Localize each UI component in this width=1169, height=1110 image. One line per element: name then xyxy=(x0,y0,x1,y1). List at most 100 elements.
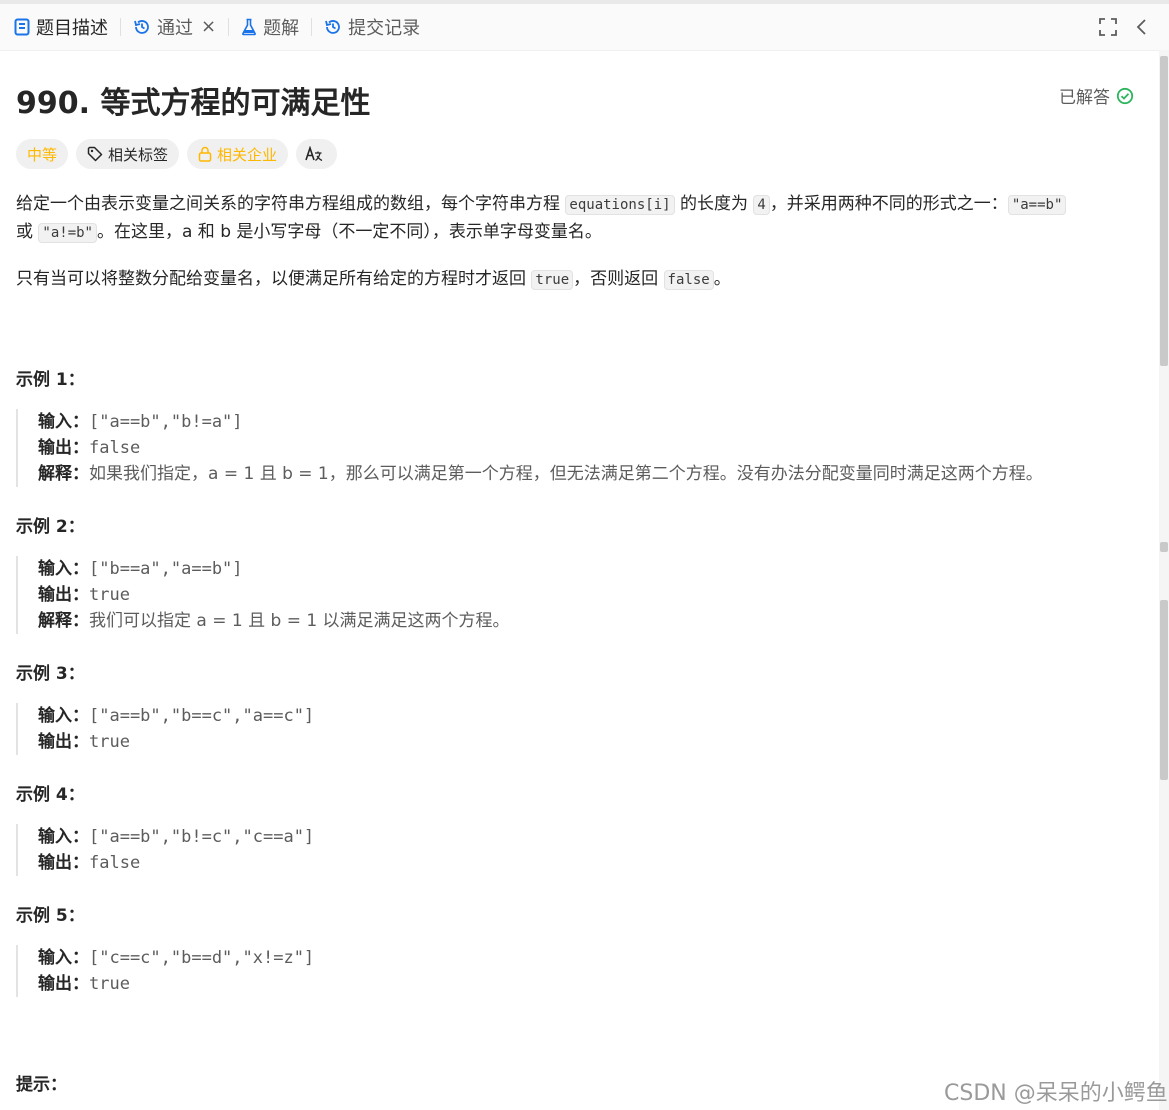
fullscreen-icon xyxy=(1099,18,1117,36)
description-icon xyxy=(14,18,30,36)
description-text: ，否则返回 xyxy=(573,269,664,289)
description-text: 。 xyxy=(713,269,731,289)
close-icon[interactable]: × xyxy=(201,18,216,36)
tab-description[interactable]: 题目描述 xyxy=(0,4,116,50)
example-output: false xyxy=(89,438,141,458)
description-text: ，并采用两种不同的形式之一： xyxy=(769,194,1008,214)
example-1-title: 示例 1： xyxy=(16,370,85,390)
tab-solutions-label: 题解 xyxy=(263,18,300,39)
explanation-label: 解释： xyxy=(38,611,89,631)
example-4-title: 示例 4： xyxy=(16,785,85,805)
solved-status-label: 已解答 xyxy=(1059,88,1110,108)
input-label: 输入： xyxy=(38,559,89,579)
example-2-title: 示例 2： xyxy=(16,517,85,537)
example-4-block: 输入：["a==b","b!=c","c==a"] 输出：false xyxy=(16,824,1153,876)
example-output: false xyxy=(89,853,141,873)
example-output-line: 输出：true xyxy=(38,582,1153,608)
example-input: ["c==c","b==d","x!=z"] xyxy=(89,948,315,968)
example-input: ["a==b","b!=a"] xyxy=(89,412,243,432)
related-companies-button[interactable]: 相关企业 xyxy=(187,139,289,169)
solved-status: 已解答 xyxy=(1059,83,1134,108)
description-text: 只有当可以将整数分配给变量名，以便满足所有给定的方程时才返回 xyxy=(16,269,532,289)
input-label: 输入： xyxy=(38,412,89,432)
example-3-block: 输入：["a==b","b==c","a==c"] 输出：true xyxy=(16,703,1153,755)
related-companies-label: 相关企业 xyxy=(217,145,278,164)
inline-code: "a!=b" xyxy=(38,223,97,243)
related-tags-label: 相关标签 xyxy=(108,145,169,164)
explanation-label: 解释： xyxy=(38,464,89,484)
example-output: true xyxy=(89,585,130,605)
difficulty-badge[interactable]: 中等 xyxy=(16,139,69,169)
example-1-block: 输入：["a==b","b!=a"] 输出：false 解释：如果我们指定，a … xyxy=(16,409,1153,487)
hint-title: 提示： xyxy=(16,1075,67,1095)
tab-description-label: 题目描述 xyxy=(36,18,108,39)
flask-icon xyxy=(242,18,257,36)
collapse-button[interactable] xyxy=(1125,10,1159,44)
fullscreen-button[interactable] xyxy=(1091,10,1125,44)
history-icon xyxy=(325,20,340,34)
inline-code: equations[i] xyxy=(565,195,675,215)
tab-separator xyxy=(120,18,121,36)
example-input-line: 输入：["b==a","a==b"] xyxy=(38,556,1153,582)
check-circle-icon xyxy=(1116,87,1134,104)
example-5-block: 输入：["c==c","b==d","x!=z"] 输出：true xyxy=(16,945,1153,997)
tab-submissions[interactable]: 提交记录 xyxy=(316,4,428,50)
example-output-line: 输出：false xyxy=(38,435,1153,461)
scrollbar-marker xyxy=(1160,542,1168,552)
tab-passed[interactable]: 通过 × xyxy=(125,4,224,50)
inline-code: "a==b" xyxy=(1007,195,1067,215)
example-3-title: 示例 3： xyxy=(16,664,85,684)
example-input-line: 输入：["a==b","b!=c","c==a"] xyxy=(38,824,1153,850)
example-output: true xyxy=(89,732,130,752)
tag-icon xyxy=(87,146,103,162)
description-paragraph-1: 给定一个由表示变量之间关系的字符串方程组成的数组，每个字符串方程 equatio… xyxy=(16,191,1076,247)
example-input-line: 输入：["a==b","b==c","a==c"] xyxy=(38,703,1153,729)
output-label: 输出： xyxy=(38,974,89,994)
example-output-line: 输出：true xyxy=(38,971,1153,997)
tab-tools xyxy=(1091,4,1159,50)
example-output-line: 输出：true xyxy=(38,729,1153,755)
tab-passed-label: 通过 xyxy=(157,18,193,39)
example-5-title: 示例 5： xyxy=(16,906,85,926)
output-label: 输出： xyxy=(38,732,89,752)
translate-icon xyxy=(305,146,323,162)
example-input-line: 输入：["c==c","b==d","x!=z"] xyxy=(38,945,1153,971)
scrollbar-thumb[interactable] xyxy=(1160,56,1168,366)
output-label: 输出： xyxy=(38,853,89,873)
history-icon xyxy=(134,20,149,34)
example-explanation-line: 解释：如果我们指定，a = 1 且 b = 1，那么可以满足第一个方程，但无法满… xyxy=(38,461,1153,487)
inline-code: 4 xyxy=(753,195,770,215)
tab-separator xyxy=(311,18,313,36)
example-input-line: 输入：["a==b","b!=a"] xyxy=(38,409,1153,435)
example-output-line: 输出：false xyxy=(38,850,1153,876)
scrollbar-marker xyxy=(1160,600,1168,780)
input-label: 输入： xyxy=(38,706,89,726)
translate-button[interactable] xyxy=(296,139,338,169)
inline-code: true xyxy=(531,270,574,290)
related-tags-button[interactable]: 相关标签 xyxy=(76,139,180,169)
tab-separator xyxy=(228,18,230,36)
example-2-block: 输入：["b==a","a==b"] 输出：true 解释：我们可以指定 a =… xyxy=(16,556,1153,634)
tab-bar: 题目描述 通过 × 题解 提交记录 xyxy=(0,4,1169,51)
input-label: 输入： xyxy=(38,948,89,968)
tab-solutions[interactable]: 题解 xyxy=(233,4,307,50)
description-text: 给定一个由表示变量之间关系的字符串方程组成的数组，每个字符串方程 xyxy=(16,194,566,214)
example-input: ["a==b","b==c","a==c"] xyxy=(89,706,315,726)
example-explanation-line: 解释：我们可以指定 a = 1 且 b = 1 以满足满足这两个方程。 xyxy=(38,608,1153,634)
lock-icon xyxy=(198,146,212,162)
example-explanation: 我们可以指定 a = 1 且 b = 1 以满足满足这两个方程。 xyxy=(89,611,510,631)
description-paragraph-2: 只有当可以将整数分配给变量名，以便满足所有给定的方程时才返回 true ，否则返回… xyxy=(16,266,1076,294)
input-label: 输入： xyxy=(38,827,89,847)
output-label: 输出： xyxy=(38,585,89,605)
tab-submissions-label: 提交记录 xyxy=(348,18,421,39)
inline-code: false xyxy=(663,270,714,290)
watermark: CSDN @呆呆的小鳄鱼 xyxy=(944,1081,1168,1106)
example-input: ["a==b","b!=c","c==a"] xyxy=(89,827,315,847)
description-text: 的长度为 xyxy=(674,194,754,214)
description-text: 。在这里，a 和 b 是小写字母（不一定不同），表示单字母变量名。 xyxy=(96,222,602,242)
output-label: 输出： xyxy=(38,438,89,458)
example-output: true xyxy=(89,974,130,994)
problem-title: 990. 等式方程的可满足性 xyxy=(16,86,371,121)
chevron-left-icon xyxy=(1136,19,1146,35)
description-text: 或 xyxy=(16,222,39,242)
